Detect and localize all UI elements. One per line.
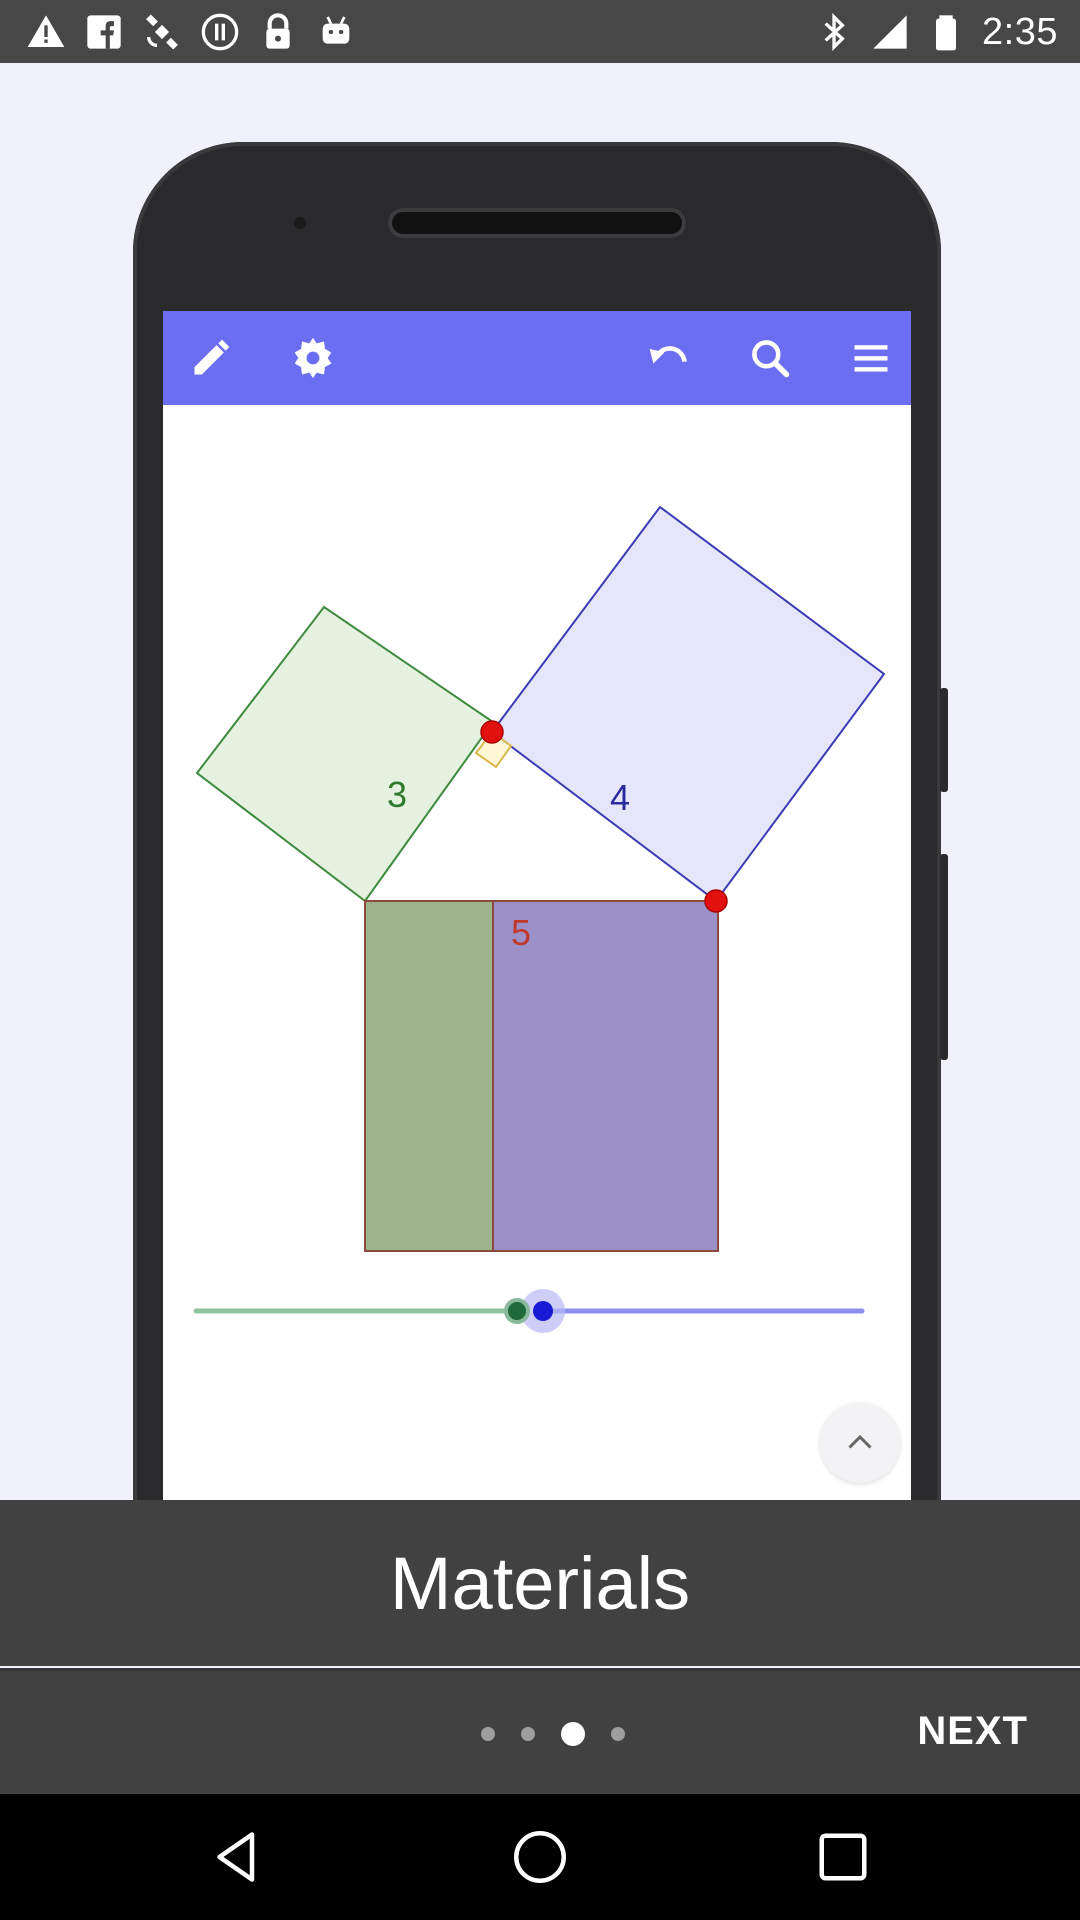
menu-icon bbox=[847, 334, 895, 382]
expand-panel-button bbox=[820, 1403, 900, 1483]
recents-button[interactable] bbox=[813, 1827, 873, 1887]
satellite-icon bbox=[142, 12, 182, 52]
status-clock: 2:35 bbox=[982, 10, 1058, 53]
vertex-point-top bbox=[480, 720, 504, 744]
home-button[interactable] bbox=[510, 1827, 570, 1887]
pencil-icon bbox=[187, 334, 235, 382]
system-navigation-bar bbox=[0, 1794, 1080, 1920]
warning-icon bbox=[26, 12, 66, 52]
onboarding-screen: 2:35 3 4 5 Materials NEXT bbox=[0, 0, 1080, 1920]
onboarding-title: Materials bbox=[389, 1541, 691, 1625]
label-square-five: 5 bbox=[511, 912, 532, 953]
onboarding-nav-bar: NEXT bbox=[0, 1668, 1080, 1794]
search-icon bbox=[746, 334, 794, 382]
large-square-green-part bbox=[364, 900, 494, 1252]
onboarding-title-band: Materials bbox=[0, 1500, 1080, 1666]
status-bar: 2:35 bbox=[0, 0, 1080, 63]
slider-handle-blue bbox=[533, 1301, 553, 1321]
status-left-icons bbox=[26, 10, 356, 54]
app-preview-toolbar bbox=[163, 311, 911, 405]
recents-square-icon bbox=[819, 1833, 867, 1881]
settings-icon bbox=[289, 334, 337, 382]
page-dot-4[interactable] bbox=[611, 1727, 625, 1741]
bluetooth-icon bbox=[814, 12, 854, 52]
page-dot-1[interactable] bbox=[481, 1727, 495, 1741]
undo-icon bbox=[644, 334, 692, 382]
info-circle-icon bbox=[200, 12, 240, 52]
next-button[interactable]: NEXT bbox=[917, 1709, 1028, 1754]
page-dot-2[interactable] bbox=[521, 1727, 535, 1741]
app-preview-screen: 3 4 5 bbox=[163, 311, 911, 1501]
signal-icon bbox=[870, 12, 910, 52]
label-square-four: 4 bbox=[610, 777, 631, 818]
green-square bbox=[195, 605, 495, 903]
phone-speaker bbox=[392, 212, 682, 234]
back-triangle-icon bbox=[217, 1832, 255, 1882]
blue-square bbox=[490, 505, 886, 903]
page-indicator bbox=[468, 1722, 638, 1746]
fake-gps-facebook-icon bbox=[84, 12, 124, 52]
lock-icon bbox=[258, 12, 298, 52]
geometry-canvas bbox=[193, 505, 886, 1333]
page-dot-3-active[interactable] bbox=[561, 1722, 585, 1746]
back-button[interactable] bbox=[207, 1827, 267, 1887]
phone-volume-button bbox=[940, 688, 948, 792]
android-icon bbox=[316, 12, 356, 52]
home-circle-icon bbox=[514, 1831, 566, 1883]
battery-icon bbox=[926, 12, 966, 52]
chevron-up-icon bbox=[848, 1434, 872, 1449]
vertex-point-right bbox=[704, 889, 728, 913]
phone-camera bbox=[294, 217, 306, 229]
slider-handle-green bbox=[504, 1298, 530, 1324]
label-square-three: 3 bbox=[387, 774, 408, 815]
status-right-icons: 2:35 bbox=[814, 10, 1058, 54]
phone-power-button bbox=[940, 854, 948, 1060]
